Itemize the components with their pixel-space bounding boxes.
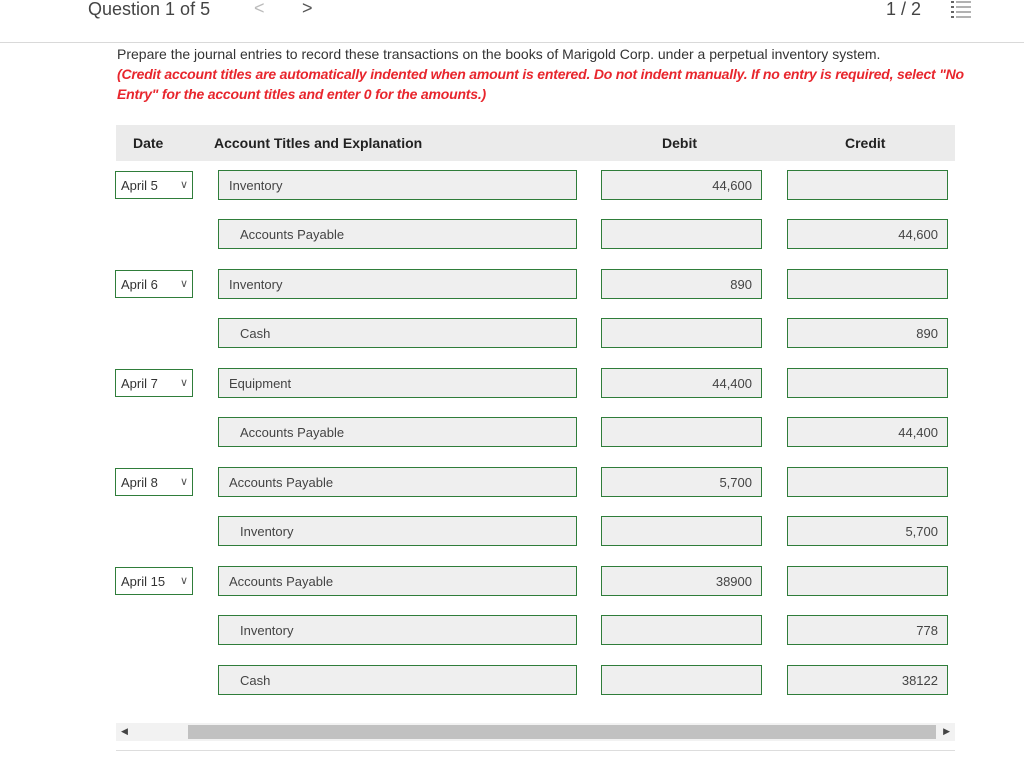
account-column-header: Account Titles and Explanation [214,135,423,151]
debit-amount-field[interactable]: 890 [601,269,762,299]
date-select-value: April 15 [121,574,166,589]
account-title-value: Inventory [240,524,294,539]
debit-amount-value: 38900 [715,574,752,589]
scroll-left-arrow-icon[interactable]: ◀ [121,726,128,737]
account-title-field[interactable]: Accounts Payable [218,417,577,447]
credit-amount-field[interactable] [787,269,948,299]
date-select-value: April 5 [121,178,158,193]
date-select-value: April 7 [121,376,158,391]
debit-amount-field[interactable] [601,318,762,348]
account-title-field[interactable]: Inventory [218,170,577,200]
credit-amount-value: 38122 [901,673,938,688]
previous-question-button[interactable]: < [254,0,265,19]
account-title-field[interactable]: Cash [218,665,577,695]
debit-amount-field[interactable]: 44,400 [601,368,762,398]
credit-amount-field[interactable] [787,467,948,497]
question-instructions: Prepare the journal entries to record th… [117,44,967,104]
debit-amount-value: 44,400 [712,376,752,391]
divider [116,750,955,751]
date-select[interactable]: April 7 ∨ [115,369,193,397]
account-title-field[interactable]: Inventory [218,269,577,299]
chevron-down-icon: ∨ [179,179,188,191]
horizontal-scrollbar[interactable]: ◀ ▶ [116,723,955,741]
account-title-value: Accounts Payable [229,574,334,589]
account-title-value: Cash [240,673,271,688]
credit-amount-field[interactable]: 44,400 [787,417,948,447]
credit-amount-value: 5,700 [905,524,938,539]
credit-amount-field[interactable] [787,170,948,200]
credit-amount-value: 890 [916,326,938,341]
credit-amount-field[interactable]: 5,700 [787,516,948,546]
credit-amount-field[interactable]: 778 [787,615,948,645]
credit-amount-field[interactable]: 38122 [787,665,948,695]
credit-amount-value: 44,400 [898,425,938,440]
next-question-button[interactable]: > [302,0,313,19]
account-title-field[interactable]: Inventory [218,516,577,546]
date-select[interactable]: April 5 ∨ [115,171,193,199]
account-title-field[interactable]: Accounts Payable [218,566,577,596]
date-select-value: April 6 [121,277,158,292]
instruction-note: (Credit account titles are automatically… [117,66,964,102]
question-navigation-bar: Question 1 of 5 < > 1 / 2 [0,0,1024,43]
chevron-down-icon: ∨ [179,476,188,488]
scroll-right-arrow-icon[interactable]: ▶ [943,726,950,737]
date-select[interactable]: April 15 ∨ [115,567,193,595]
credit-amount-value: 778 [916,623,938,638]
credit-amount-field[interactable] [787,566,948,596]
debit-column-header: Debit [662,135,697,151]
account-title-field[interactable]: Equipment [218,368,577,398]
question-counter: Question 1 of 5 [88,0,211,19]
account-title-field[interactable]: Accounts Payable [218,219,577,249]
account-title-value: Equipment [229,376,292,391]
account-title-value: Cash [240,326,271,341]
debit-amount-field[interactable]: 38900 [601,566,762,596]
account-title-field[interactable]: Inventory [218,615,577,645]
credit-amount-field[interactable] [787,368,948,398]
account-title-value: Accounts Payable [240,425,345,440]
debit-amount-field[interactable] [601,615,762,645]
date-select-value: April 8 [121,475,158,490]
chevron-down-icon: ∨ [179,377,188,389]
account-title-field[interactable]: Cash [218,318,577,348]
credit-amount-field[interactable]: 44,600 [787,219,948,249]
question-list-icon[interactable] [950,0,972,19]
account-title-value: Inventory [240,623,294,638]
debit-amount-field[interactable]: 5,700 [601,467,762,497]
debit-amount-field[interactable] [601,516,762,546]
debit-amount-value: 5,700 [719,475,752,490]
debit-amount-value: 890 [730,277,752,292]
debit-amount-field[interactable] [601,417,762,447]
debit-amount-field[interactable]: 44,600 [601,170,762,200]
date-select[interactable]: April 6 ∨ [115,270,193,298]
credit-amount-field[interactable]: 890 [787,318,948,348]
debit-amount-value: 44,600 [712,178,752,193]
chevron-down-icon: ∨ [179,278,188,290]
debit-amount-field[interactable] [601,665,762,695]
credit-amount-value: 44,600 [898,227,938,242]
instruction-text: Prepare the journal entries to record th… [117,46,881,62]
account-title-value: Inventory [229,277,283,292]
account-title-value: Accounts Payable [229,475,334,490]
journal-table-header: Date Account Titles and Explanation Debi… [116,125,955,161]
account-title-value: Inventory [229,178,283,193]
date-column-header: Date [133,135,164,151]
account-title-value: Accounts Payable [240,227,345,242]
debit-amount-field[interactable] [601,219,762,249]
date-select[interactable]: April 8 ∨ [115,468,193,496]
part-indicator: 1 / 2 [886,0,922,19]
chevron-down-icon: ∨ [179,575,188,587]
credit-column-header: Credit [845,135,886,151]
account-title-field[interactable]: Accounts Payable [218,467,577,497]
scrollbar-thumb[interactable] [188,725,936,739]
